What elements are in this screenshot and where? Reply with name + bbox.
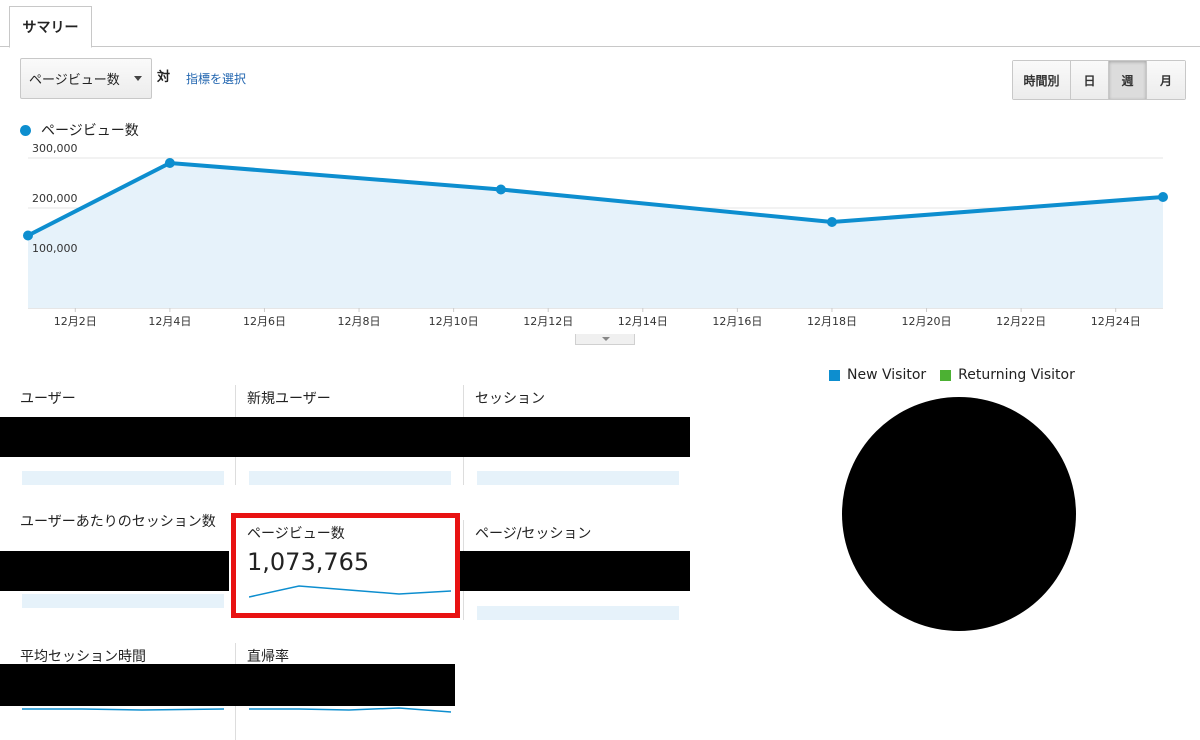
metric-name: 新規ユーザー <box>247 391 331 407</box>
range-day-button[interactable]: 日 <box>1071 61 1109 99</box>
chart-legend-label: ページビュー数 <box>41 123 139 139</box>
pie-legend: New Visitor Returning Visitor <box>829 367 1089 383</box>
range-month-button[interactable]: 月 <box>1147 61 1185 99</box>
legend-dot-icon <box>20 124 31 136</box>
metric-name: ページ/セッション <box>475 526 592 542</box>
y-tick-label: 300,000 <box>32 142 78 155</box>
chart-legend: ページビュー数 <box>20 120 139 140</box>
highlight-box <box>231 513 460 618</box>
data-point <box>826 217 837 227</box>
vs-label: 対 <box>157 70 171 85</box>
redaction-bar <box>0 417 690 457</box>
chart-collapse-handle[interactable] <box>575 334 635 345</box>
date-range-toggle: 時間別 日 週 月 <box>1012 60 1186 100</box>
data-point <box>23 230 33 241</box>
sparkline <box>477 471 679 485</box>
chart-area <box>28 163 1163 308</box>
range-hourly-button[interactable]: 時間別 <box>1013 61 1071 99</box>
sparkline <box>249 471 451 485</box>
metric-name: セッション <box>475 391 545 407</box>
redaction-bar <box>460 551 690 591</box>
x-tick-label: 12月8日 <box>338 315 381 328</box>
x-tick-label: 12月24日 <box>1091 315 1141 328</box>
sparkline <box>22 594 224 608</box>
pie-legend-label: Returning Visitor <box>958 367 1075 383</box>
pie-legend-item: New Visitor <box>829 367 926 383</box>
sparkline <box>477 606 679 620</box>
pie-legend-item: Returning Visitor <box>940 367 1075 383</box>
y-tick-label: 200,000 <box>32 192 78 205</box>
x-tick-label: 12月18日 <box>807 315 857 328</box>
x-tick-label: 12月10日 <box>429 315 479 328</box>
tab-bar: サマリー <box>0 0 1200 48</box>
visitor-pie-chart <box>842 397 1076 631</box>
metric-name: ユーザー <box>20 391 76 407</box>
metric-name: ユーザーあたりのセッション数 <box>20 514 216 530</box>
data-point <box>164 158 175 168</box>
y-tick-label: 100,000 <box>32 242 78 255</box>
metric-dropdown-value: ページビュー数 <box>29 73 120 88</box>
pie-legend-label: New Visitor <box>847 367 927 383</box>
data-point <box>1158 192 1168 202</box>
x-tick-label: 12月20日 <box>902 315 952 328</box>
x-tick-label: 12月16日 <box>712 315 762 328</box>
pageviews-chart: 100,000 200,000 300,000 12月2日 12月4日 12月6日 12月8… <box>23 142 1168 328</box>
x-tick-label: 12月4日 <box>148 315 191 328</box>
redaction-bar <box>0 551 229 591</box>
data-point <box>495 184 506 195</box>
select-metric-link[interactable]: 指標を選択 <box>186 70 246 87</box>
sparkline <box>22 471 224 485</box>
x-tick-label: 12月22日 <box>996 315 1046 328</box>
metric-dropdown[interactable]: ページビュー数 <box>20 58 152 99</box>
chevron-down-icon <box>602 337 610 341</box>
tab-summary[interactable]: サマリー <box>9 6 92 48</box>
legend-square-icon <box>940 369 952 381</box>
range-week-button[interactable]: 週 <box>1109 61 1147 99</box>
x-tick-label: 12月6日 <box>243 315 286 328</box>
legend-square-icon <box>829 369 840 381</box>
x-tick-label: 12月2日 <box>54 315 97 328</box>
x-tick-label: 12月14日 <box>618 315 668 328</box>
redaction-bar <box>0 664 455 706</box>
x-tick-label: 12月12日 <box>523 315 573 328</box>
chevron-down-icon <box>134 76 142 81</box>
